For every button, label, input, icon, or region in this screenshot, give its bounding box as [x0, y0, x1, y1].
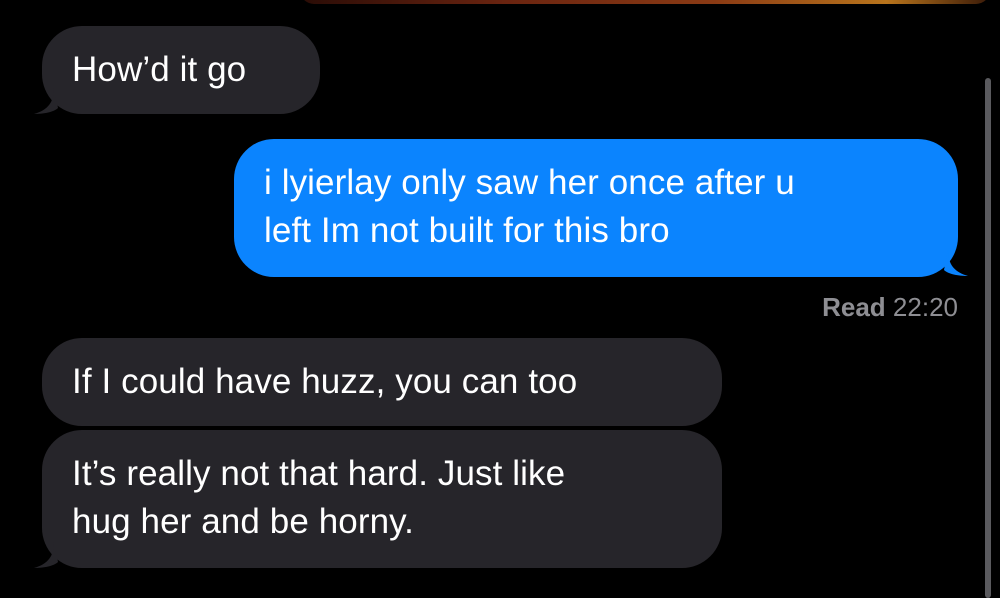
bubble-tail: [944, 250, 972, 278]
bubble-tail: [30, 88, 58, 116]
scrollbar[interactable]: [985, 78, 991, 598]
read-label: Read: [822, 292, 886, 322]
message-text: i lyierlay only saw her once after u lef…: [264, 163, 795, 250]
message-text: How’d it go: [72, 50, 247, 89]
message-bubble-incoming[interactable]: It’s really not that hard. Just like hug…: [42, 430, 722, 568]
message-bubble-incoming[interactable]: If I could have huzz, you can too: [42, 338, 722, 426]
read-time: 22:20: [892, 292, 958, 322]
message-bubble-incoming[interactable]: How’d it go: [42, 26, 320, 114]
bubble-tail: [30, 542, 58, 570]
shared-image-edge[interactable]: [300, 0, 990, 4]
message-text: If I could have huzz, you can too: [72, 362, 578, 401]
message-text: It’s really not that hard. Just like hug…: [72, 454, 566, 541]
message-bubble-outgoing[interactable]: i lyierlay only saw her once after u lef…: [234, 139, 958, 277]
read-receipt: Read 22:20: [822, 290, 958, 324]
